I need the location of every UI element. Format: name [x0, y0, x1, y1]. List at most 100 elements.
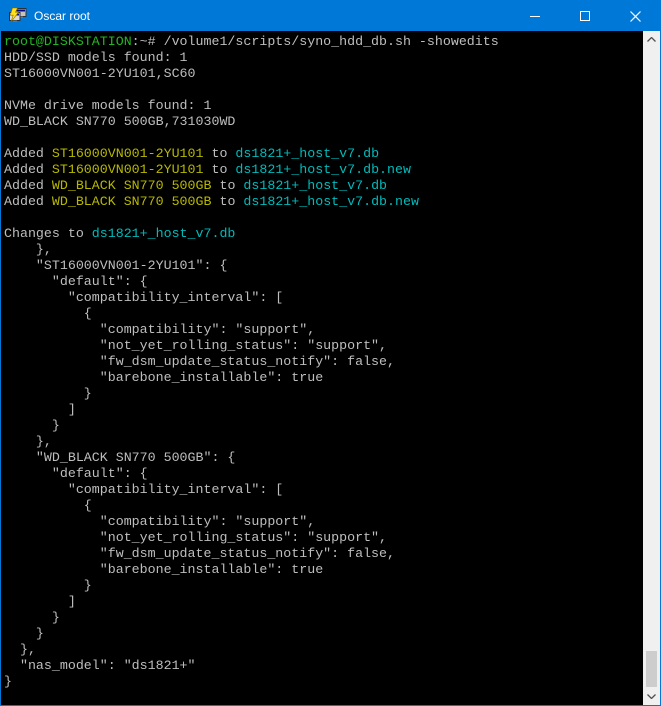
maximize-icon	[580, 11, 590, 21]
terminal-text-segment: root@DISKSTATION	[4, 34, 132, 49]
close-icon	[630, 11, 641, 22]
terminal-text-segment: {	[4, 306, 92, 321]
terminal-text-segment: ds1821+_host_v7.db.new	[235, 162, 411, 177]
terminal-text-segment: ST16000VN001-2YU101,SC60	[4, 66, 196, 81]
terminal-line: ]	[4, 594, 643, 610]
terminal-text-segment: to	[211, 178, 243, 193]
terminal-text-segment: ]	[4, 402, 76, 417]
terminal-text-segment: },	[4, 434, 52, 449]
terminal-line: "compatibility_interval": [	[4, 482, 643, 498]
minimize-button[interactable]	[510, 1, 560, 31]
terminal-text-segment: "fw_dsm_update_status_notify": false,	[4, 354, 395, 369]
window-controls	[510, 1, 660, 31]
window-title: Oscar root	[34, 9, 510, 23]
terminal-text-segment: "fw_dsm_update_status_notify": false,	[4, 546, 395, 561]
terminal-text-segment: ]	[4, 594, 76, 609]
scrollbar-thumb[interactable]	[646, 651, 657, 687]
terminal-text-segment: {	[4, 498, 92, 513]
terminal-line: Changes to ds1821+_host_v7.db	[4, 226, 643, 242]
terminal-line: ]	[4, 402, 643, 418]
scrollbar-track[interactable]	[643, 48, 660, 688]
terminal-line: ST16000VN001-2YU101,SC60	[4, 66, 643, 82]
terminal-text-segment: "ST16000VN001-2YU101": {	[4, 258, 227, 273]
terminal-text-segment: NVMe drive models found: 1	[4, 98, 211, 113]
terminal-line: "fw_dsm_update_status_notify": false,	[4, 354, 643, 370]
terminal-line: "default": {	[4, 274, 643, 290]
terminal-text-segment: to	[211, 194, 243, 209]
terminal-text-segment: WD_BLACK SN770 500GB	[52, 178, 212, 193]
terminal-text-segment: "default": {	[4, 466, 148, 481]
terminal-text-segment: Changes to	[4, 226, 92, 241]
minimize-icon	[530, 11, 540, 21]
terminal-line: },	[4, 642, 643, 658]
terminal-text-segment: }	[4, 386, 92, 401]
titlebar[interactable]: Oscar root	[1, 1, 660, 31]
terminal-line: "not_yet_rolling_status": "support",	[4, 530, 643, 546]
terminal-line: }	[4, 674, 643, 690]
terminal-text-segment: }	[4, 418, 60, 433]
terminal-text-segment: "not_yet_rolling_status": "support",	[4, 530, 387, 545]
chevron-down-icon	[647, 694, 656, 699]
terminal-text-segment: "not_yet_rolling_status": "support",	[4, 338, 387, 353]
terminal-text-segment: Added	[4, 146, 52, 161]
terminal-text-segment: }	[4, 578, 92, 593]
terminal-line: }	[4, 610, 643, 626]
window-body: root@DISKSTATION:~# /volume1/scripts/syn…	[1, 31, 660, 705]
terminal-text-segment: ST16000VN001-2YU101	[52, 146, 204, 161]
terminal-line: "barebone_installable": true	[4, 562, 643, 578]
putty-window: Oscar root root@DISKSTATION:~# /volume1	[0, 0, 661, 706]
terminal-line: "compatibility": "support",	[4, 322, 643, 338]
terminal-line: Added ST16000VN001-2YU101 to ds1821+_hos…	[4, 162, 643, 178]
terminal-line: HDD/SSD models found: 1	[4, 50, 643, 66]
terminal-text-segment: Added	[4, 194, 52, 209]
terminal-text-segment: "compatibility": "support",	[4, 322, 315, 337]
terminal-line: "compatibility": "support",	[4, 514, 643, 530]
terminal-text-segment: "nas_model": "ds1821+"	[4, 658, 196, 673]
scrollbar[interactable]	[643, 31, 660, 705]
terminal-text-segment: ds1821+_host_v7.db	[235, 146, 379, 161]
terminal-line: "barebone_installable": true	[4, 370, 643, 386]
terminal-text-segment: },	[4, 242, 52, 257]
terminal-screen[interactable]: root@DISKSTATION:~# /volume1/scripts/syn…	[1, 31, 643, 705]
terminal-line: root@DISKSTATION:~# /volume1/scripts/syn…	[4, 34, 643, 50]
terminal-line	[4, 82, 643, 98]
terminal-text-segment: }	[4, 626, 44, 641]
putty-app-icon[interactable]	[9, 8, 27, 24]
maximize-button[interactable]	[560, 1, 610, 31]
close-button[interactable]	[610, 1, 660, 31]
terminal-text-segment: "compatibility_interval": [	[4, 290, 283, 305]
terminal-text-segment: "default": {	[4, 274, 148, 289]
terminal-text-segment: "compatibility_interval": [	[4, 482, 283, 497]
terminal-text-segment: to	[204, 146, 236, 161]
terminal-text-segment: ds1821+_host_v7.db.new	[243, 194, 419, 209]
terminal-line: "default": {	[4, 466, 643, 482]
terminal-line: "ST16000VN001-2YU101": {	[4, 258, 643, 274]
terminal-text-segment: ds1821+_host_v7.db	[243, 178, 387, 193]
terminal-text-segment: HDD/SSD models found: 1	[4, 50, 188, 65]
terminal-text-segment: WD_BLACK SN770 500GB,731030WD	[4, 114, 235, 129]
terminal-line: },	[4, 434, 643, 450]
terminal-line: Added ST16000VN001-2YU101 to ds1821+_hos…	[4, 146, 643, 162]
terminal-text-segment: Added	[4, 162, 52, 177]
terminal-line: "compatibility_interval": [	[4, 290, 643, 306]
terminal-line: WD_BLACK SN770 500GB,731030WD	[4, 114, 643, 130]
terminal-text-segment: :~# /volume1/scripts/syno_hdd_db.sh -sho…	[132, 34, 499, 49]
terminal-text-segment: ds1821+_host_v7.db	[92, 226, 236, 241]
terminal-line	[4, 130, 643, 146]
terminal-text-segment: Added	[4, 178, 52, 193]
terminal-line: },	[4, 242, 643, 258]
terminal-text-segment: "barebone_installable": true	[4, 370, 323, 385]
terminal-text-segment: "WD_BLACK SN770 500GB": {	[4, 450, 235, 465]
terminal-line: Added WD_BLACK SN770 500GB to ds1821+_ho…	[4, 194, 643, 210]
scrollbar-up-arrow[interactable]	[643, 31, 660, 48]
terminal-text-segment: "compatibility": "support",	[4, 514, 315, 529]
terminal-line: NVMe drive models found: 1	[4, 98, 643, 114]
terminal-text-segment: "barebone_installable": true	[4, 562, 323, 577]
scrollbar-down-arrow[interactable]	[643, 688, 660, 705]
chevron-up-icon	[647, 37, 656, 42]
terminal-line: "not_yet_rolling_status": "support",	[4, 338, 643, 354]
terminal-text-segment: }	[4, 674, 12, 689]
terminal-text-segment: ST16000VN001-2YU101	[52, 162, 204, 177]
terminal-text-segment: }	[4, 610, 60, 625]
terminal-line: {	[4, 498, 643, 514]
